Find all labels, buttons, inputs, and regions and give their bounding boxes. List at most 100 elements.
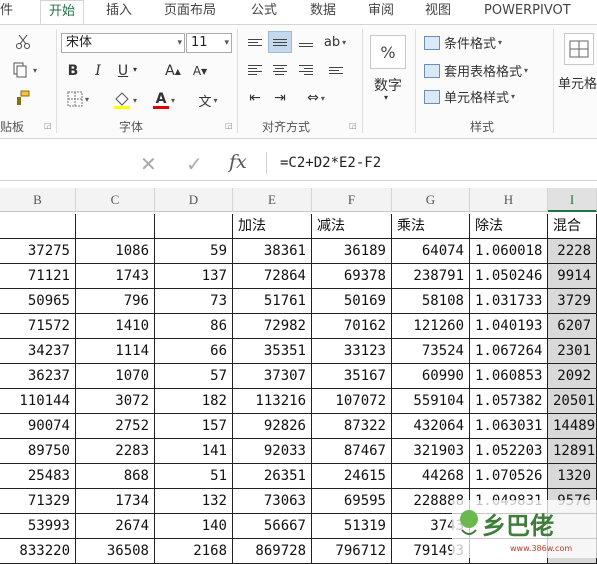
tab-powerpivot[interactable]: POWERPIVOT: [484, 0, 571, 24]
header-cell[interactable]: 减法: [312, 214, 392, 239]
grid-cell[interactable]: 92033: [233, 439, 312, 464]
grid-cell[interactable]: 51: [155, 464, 233, 489]
grid-cell[interactable]: 107072: [312, 389, 392, 414]
grid-cell[interactable]: 72982: [233, 314, 312, 339]
clipboard-launcher-icon[interactable]: ◲: [44, 122, 52, 130]
grid-cell[interactable]: 132: [155, 489, 233, 514]
grid-cell[interactable]: 50965: [0, 289, 76, 314]
tab-data[interactable]: 数据: [310, 0, 336, 24]
align-center-icon[interactable]: [268, 59, 292, 81]
grid-cell[interactable]: 51761: [233, 289, 312, 314]
grid-cell[interactable]: 3729: [548, 289, 597, 314]
grid-cell[interactable]: 2283: [76, 439, 155, 464]
cells-icon[interactable]: [564, 33, 594, 65]
column-header-c[interactable]: C: [76, 188, 155, 212]
header-cell[interactable]: [76, 214, 155, 239]
grid-cell[interactable]: 141: [155, 439, 233, 464]
grid-cell[interactable]: 58108: [392, 289, 470, 314]
grid-cell[interactable]: 868: [76, 464, 155, 489]
font-name-combo[interactable]: 宋体 ▾: [61, 33, 185, 53]
header-cell[interactable]: 除法: [470, 214, 548, 239]
grid-cell[interactable]: 92826: [233, 414, 312, 439]
header-cell[interactable]: 混合: [548, 214, 597, 239]
grid-cell[interactable]: 86: [155, 314, 233, 339]
grid-cell[interactable]: 73524: [392, 339, 470, 364]
grid-cell[interactable]: 26351: [233, 464, 312, 489]
merge-center-icon[interactable]: ⇔ ▾: [296, 87, 336, 109]
grid-cell[interactable]: 140: [155, 514, 233, 539]
grid-cell[interactable]: 9914: [548, 264, 597, 289]
grid-cell[interactable]: 1743: [76, 264, 155, 289]
grid-cell[interactable]: 432064: [392, 414, 470, 439]
grid-cell[interactable]: 110144: [0, 389, 76, 414]
grid-cell[interactable]: 1.060018: [470, 239, 548, 264]
grid-cell[interactable]: 34237: [0, 339, 76, 364]
conditional-format-button[interactable]: 条件格式 ▾: [424, 33, 502, 52]
tab-home[interactable]: 开始: [40, 0, 85, 24]
grid-cell[interactable]: 1.060853: [470, 364, 548, 389]
font-size-combo[interactable]: 11 ▾: [186, 33, 232, 53]
cancel-formula-button[interactable]: ✕: [140, 152, 157, 176]
number-format-button[interactable]: 数字: [374, 75, 402, 95]
grid-cell[interactable]: 2168: [155, 539, 233, 564]
grid-cell[interactable]: 35167: [312, 364, 392, 389]
grid-cell[interactable]: 1.070526: [470, 464, 548, 489]
orientation-icon[interactable]: ab ▾: [320, 31, 350, 53]
grid-cell[interactable]: 38361: [233, 239, 312, 264]
grid-cell[interactable]: 1320: [548, 464, 597, 489]
grid-cell[interactable]: 1.067264: [470, 339, 548, 364]
column-header-d[interactable]: D: [155, 188, 233, 212]
enter-formula-button[interactable]: ✓: [186, 152, 203, 176]
grid-cell[interactable]: 33123: [312, 339, 392, 364]
grid-cell[interactable]: 89750: [0, 439, 76, 464]
copy-icon[interactable]: ▾: [6, 59, 42, 81]
chevron-down-icon[interactable]: ▾: [384, 93, 388, 102]
column-header-g[interactable]: G: [392, 188, 470, 212]
format-painter-icon[interactable]: [12, 87, 34, 109]
grid-cell[interactable]: 1070: [76, 364, 155, 389]
formula-input[interactable]: =C2+D2*E2-F2: [280, 155, 381, 171]
grid-cell[interactable]: 2301: [548, 339, 597, 364]
grid-cell[interactable]: 73: [155, 289, 233, 314]
tab-review[interactable]: 审阅: [368, 0, 394, 24]
grid-cell[interactable]: 90074: [0, 414, 76, 439]
grid-cell[interactable]: 6207: [548, 314, 597, 339]
grid-cell[interactable]: 53993: [0, 514, 76, 539]
underline-button[interactable]: U: [113, 61, 133, 81]
format-as-table-button[interactable]: 套用表格格式 ▾: [424, 61, 528, 80]
grid-cell[interactable]: 12891: [548, 439, 597, 464]
grid-cell[interactable]: 57: [155, 364, 233, 389]
grid-cell[interactable]: 113216: [233, 389, 312, 414]
grid-cell[interactable]: 25483: [0, 464, 76, 489]
column-header-f[interactable]: F: [312, 188, 392, 212]
align-left-icon[interactable]: [243, 59, 267, 81]
grid-cell[interactable]: 238791: [392, 264, 470, 289]
percent-format-button[interactable]: %: [370, 35, 406, 69]
grid-cell[interactable]: 73063: [233, 489, 312, 514]
header-cell[interactable]: 乘法: [392, 214, 470, 239]
grid-cell[interactable]: 1.063031: [470, 414, 548, 439]
grid-cell[interactable]: 182: [155, 389, 233, 414]
grid-cell[interactable]: 2674: [76, 514, 155, 539]
grid-cell[interactable]: 36508: [76, 539, 155, 564]
tab-view[interactable]: 视图: [425, 0, 451, 24]
grid-cell[interactable]: 71329: [0, 489, 76, 514]
increase-indent-icon[interactable]: ⇥: [268, 87, 292, 109]
grid-cell[interactable]: 3072: [76, 389, 155, 414]
grid-cell[interactable]: 36237: [0, 364, 76, 389]
grid-cell[interactable]: 36189: [312, 239, 392, 264]
grid-cell[interactable]: 1.050246: [470, 264, 548, 289]
grid-cell[interactable]: 1086: [76, 239, 155, 264]
font-launcher-icon[interactable]: ◲: [225, 122, 233, 130]
fill-color-icon[interactable]: ▾: [108, 89, 142, 111]
grid-cell[interactable]: 24615: [312, 464, 392, 489]
header-cell[interactable]: [155, 214, 233, 239]
wrap-text-icon[interactable]: [324, 59, 348, 81]
cell-styles-button[interactable]: 单元格样式 ▾: [424, 87, 515, 106]
grid-cell[interactable]: 796712: [312, 539, 392, 564]
grid-cell[interactable]: 87322: [312, 414, 392, 439]
grid-cell[interactable]: 14489: [548, 414, 597, 439]
tab-formulas[interactable]: 公式: [251, 0, 277, 24]
grid-cell[interactable]: 71572: [0, 314, 76, 339]
grid-cell[interactable]: 51319: [312, 514, 392, 539]
